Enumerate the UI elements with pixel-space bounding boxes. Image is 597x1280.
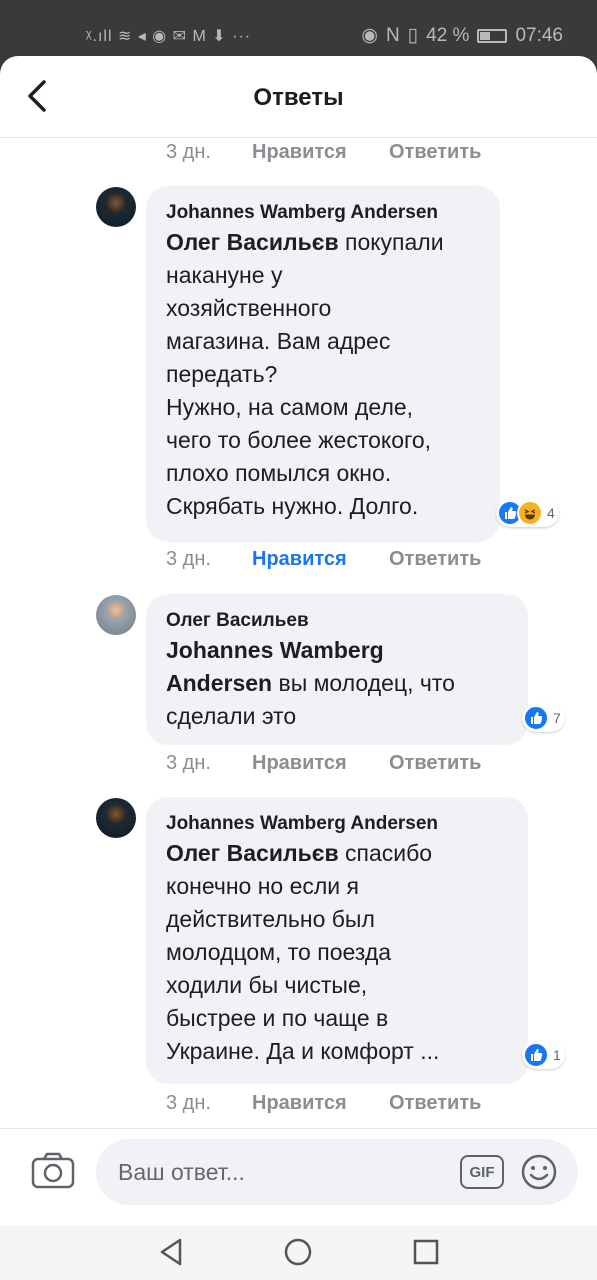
mention-link[interactable]: Олег Васильєв bbox=[166, 840, 339, 866]
battery-icon bbox=[477, 28, 508, 43]
avatar[interactable] bbox=[96, 798, 136, 838]
reaction-summary[interactable]: 1 bbox=[522, 1041, 565, 1069]
page-title: Ответы bbox=[253, 84, 344, 111]
comment-author[interactable]: Олег Васильев bbox=[166, 608, 506, 634]
nav-back-icon[interactable] bbox=[154, 1234, 190, 1270]
like-button[interactable]: Нравится bbox=[252, 141, 389, 164]
comment-author[interactable]: Johannes Wamberg Andersen bbox=[166, 200, 478, 226]
nfc-icon: N bbox=[385, 24, 400, 46]
comment-text: Олег Васильєв спасибо конечно но если я … bbox=[166, 840, 440, 1064]
emoji-button[interactable] bbox=[520, 1153, 558, 1191]
camera-button[interactable] bbox=[30, 1151, 76, 1191]
reaction-summary[interactable]: 4 bbox=[496, 499, 559, 527]
emoji-icon bbox=[521, 1154, 557, 1190]
comment-author[interactable]: Johannes Wamberg Andersen bbox=[166, 811, 506, 837]
comment-actions: 3 дн. Нравится Ответить bbox=[166, 141, 481, 164]
vibrate-icon: ▯ bbox=[407, 25, 419, 46]
eye-icon: ◉ bbox=[361, 25, 378, 46]
reaction-count: 1 bbox=[553, 1047, 561, 1063]
mention-link[interactable]: Олег Васильєв bbox=[166, 229, 339, 255]
header: Ответы bbox=[0, 56, 597, 138]
reaction-summary[interactable]: 7 bbox=[522, 704, 565, 732]
reply-placeholder: Ваш ответ... bbox=[118, 1159, 245, 1185]
like-reaction-icon bbox=[523, 1042, 549, 1068]
comment-bubble[interactable]: Johannes Wamberg Andersen Олег Васильєв … bbox=[146, 186, 500, 542]
like-button[interactable]: Нравится bbox=[252, 548, 389, 571]
avatar[interactable] bbox=[96, 595, 136, 635]
like-reaction-icon bbox=[523, 705, 549, 731]
like-button[interactable]: Нравится bbox=[252, 752, 389, 775]
battery-percent: 42 % bbox=[426, 24, 470, 46]
comment-time[interactable]: 3 дн. bbox=[166, 141, 252, 164]
comment-time[interactable]: 3 дн. bbox=[166, 752, 252, 775]
reply-composer: Ваш ответ... GIF bbox=[0, 1128, 597, 1226]
comment-bubble[interactable]: Johannes Wamberg Andersen Олег Васильєв … bbox=[146, 797, 528, 1084]
reply-button[interactable]: Ответить bbox=[389, 1092, 481, 1115]
status-icons-left: ᵡ.ıll ≋ ◂ ◉ ✉ M ⬇ ··· bbox=[86, 28, 252, 45]
reply-button[interactable]: Ответить bbox=[389, 141, 481, 164]
comment-bubble[interactable]: Олег Васильев Johannes Wamberg Andersen в… bbox=[146, 594, 528, 745]
nav-recents-icon[interactable] bbox=[408, 1234, 444, 1270]
comment-time[interactable]: 3 дн. bbox=[166, 1092, 252, 1115]
comment-actions: 3 дн. Нравится Ответить bbox=[166, 548, 481, 571]
comment-actions: 3 дн. Нравится Ответить bbox=[166, 1092, 481, 1115]
comment-time[interactable]: 3 дн. bbox=[166, 548, 252, 571]
avatar[interactable] bbox=[96, 187, 136, 227]
comment-actions: 3 дн. Нравится Ответить bbox=[166, 752, 481, 775]
reaction-count: 4 bbox=[547, 505, 555, 521]
clock: 07:46 bbox=[515, 24, 563, 46]
replies-sheet: Ответы 3 дн. Нравится Ответить Johannes … bbox=[0, 56, 597, 1226]
haha-reaction-icon bbox=[517, 500, 543, 526]
reply-input[interactable]: Ваш ответ... GIF bbox=[96, 1139, 578, 1205]
reply-button[interactable]: Ответить bbox=[389, 548, 481, 571]
status-icons-right: ◉ N ▯ 42 % 07:46 bbox=[361, 24, 563, 47]
camera-icon bbox=[31, 1152, 75, 1189]
comment-text: Олег Васильєв покупали накануне у хозяйс… bbox=[166, 229, 444, 519]
like-button[interactable]: Нравится bbox=[252, 1092, 389, 1115]
system-nav-bar bbox=[0, 1226, 597, 1280]
nav-home-icon[interactable] bbox=[280, 1234, 316, 1270]
gif-button[interactable]: GIF bbox=[460, 1155, 504, 1189]
comment-text: Johannes Wamberg Andersen вы молодец, что… bbox=[166, 637, 455, 729]
phone-screen: ᵡ.ıll ≋ ◂ ◉ ✉ M ⬇ ··· ◉ N ▯ 42 % 07:46 О… bbox=[0, 0, 597, 1280]
reply-button[interactable]: Ответить bbox=[389, 752, 481, 775]
reaction-count: 7 bbox=[553, 710, 561, 726]
